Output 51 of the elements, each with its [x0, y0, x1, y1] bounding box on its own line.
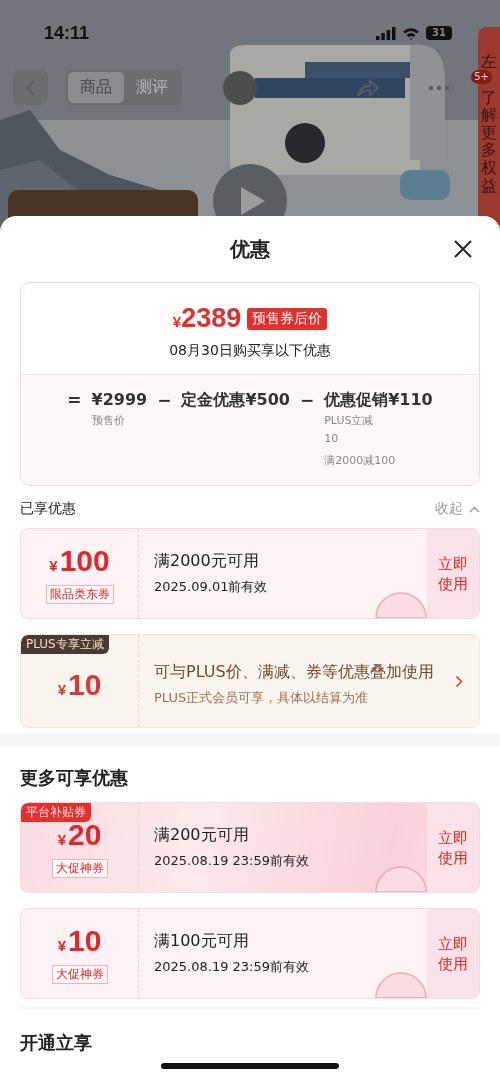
operator: − — [299, 389, 315, 411]
coupon-amount: ¥10 — [57, 667, 102, 703]
coupon-amount: ¥100 — [49, 543, 110, 579]
use-now-button[interactable]: 立即使用 — [427, 803, 479, 892]
price-term: 优惠促销¥110 — [324, 389, 433, 411]
use-now-button[interactable]: 立即使用 — [427, 909, 479, 998]
coupon-condition: 满200元可用 — [154, 825, 250, 846]
battery-icon: 31 — [426, 26, 452, 40]
section-title: 更多可享优惠 — [20, 766, 128, 790]
side-banner-text: 了解更多权益 — [481, 88, 497, 195]
operator: − — [157, 389, 172, 411]
coupon-validity: 2025.08.19 23:59前有效 — [154, 958, 311, 976]
play-button[interactable] — [212, 163, 288, 216]
section-title: 开通立享 — [19, 1031, 93, 1055]
price-term: 定金优惠¥500 — [181, 389, 290, 411]
term-note: 满2000减100 — [324, 453, 397, 469]
coupon-tag: 限品类东券 — [45, 584, 114, 604]
operator: = — [67, 389, 82, 411]
coupon-validity: 2025.09.01前有效 — [154, 578, 269, 596]
price-tag: 预售券后价 — [247, 307, 328, 330]
summary-subtitle: 08月30日购买享以下优惠 — [169, 342, 331, 360]
coupon-condition: 满2000元可用 — [154, 551, 260, 572]
section-title: 已享优惠 — [20, 500, 76, 518]
term-note: PLUS立减 — [324, 413, 375, 429]
signal-icon — [376, 26, 397, 40]
term-note: 预售价 — [91, 413, 126, 429]
status-time: 14:11 — [44, 22, 90, 44]
coupon-amount: ¥10 — [57, 923, 102, 959]
coupon-tag: 大促神券 — [51, 858, 108, 878]
coupon-corner-label: PLUS专享立减 — [21, 635, 109, 654]
coupon-tag: 大促神券 — [51, 964, 108, 984]
sheet-title: 优惠 — [230, 235, 270, 263]
more-icon[interactable] — [428, 84, 450, 91]
nav-tab[interactable]: 商品 — [68, 72, 124, 103]
side-banner-text: 左 — [481, 53, 497, 71]
chevron-right-icon[interactable] — [455, 674, 463, 688]
share-icon[interactable] — [356, 77, 380, 98]
collapse-toggle[interactable]: 收起 — [435, 500, 480, 518]
coupon-condition: 满100元可用 — [154, 931, 250, 952]
coupon-condition: 可与PLUS价、满减、券等优惠叠加使用 — [154, 661, 435, 683]
use-now-button[interactable]: 立即使用 — [427, 529, 479, 618]
price-term: ¥2999 — [91, 389, 148, 411]
coupon-corner-label: 平台补贴券 — [21, 803, 91, 822]
wifi-icon — [402, 26, 421, 40]
final-price: ¥2389 — [172, 303, 242, 334]
term-note: 10 — [324, 431, 340, 447]
nav-tab[interactable]: 测评 — [124, 72, 180, 103]
coupon-note: PLUS正式会员可享，具体以结算为准 — [154, 689, 370, 707]
caret-icon — [469, 505, 480, 513]
coupon-validity: 2025.08.19 23:59前有效 — [154, 852, 311, 870]
close-icon[interactable] — [454, 240, 472, 258]
